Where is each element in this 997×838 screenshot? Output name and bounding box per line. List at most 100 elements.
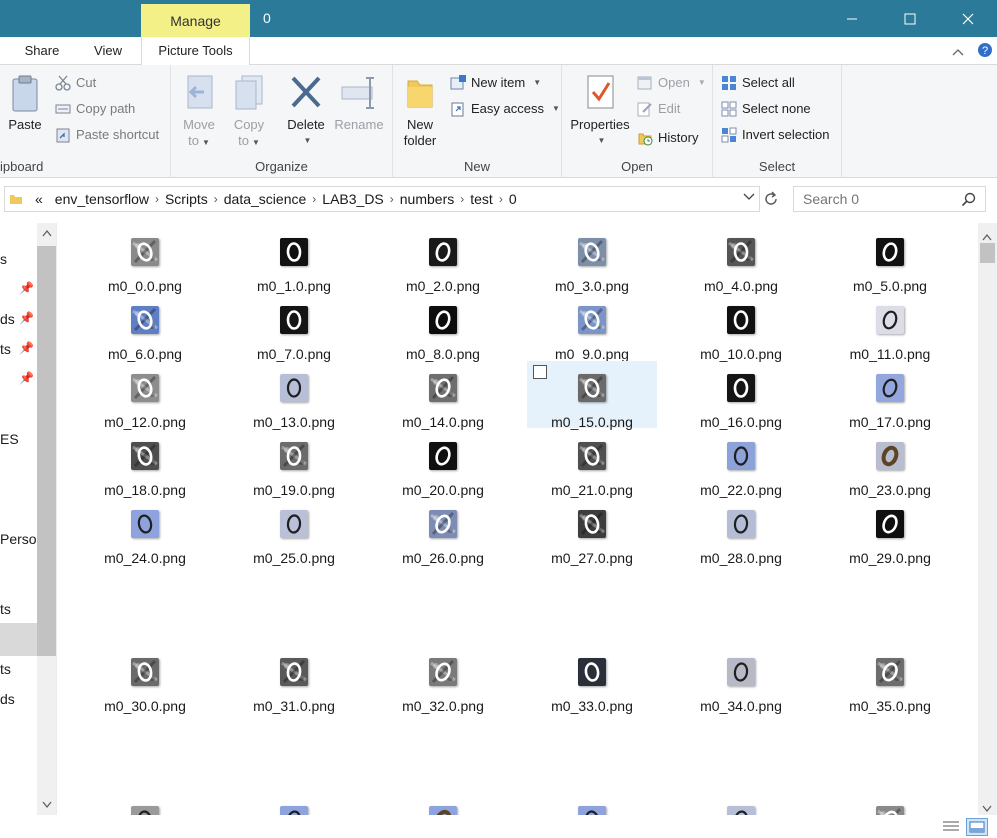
open-button[interactable]: Open ▼ (637, 72, 706, 94)
breadcrumb-separator-icon[interactable]: › (214, 192, 218, 206)
nav-scroll-up-icon[interactable] (42, 229, 52, 239)
help-icon[interactable]: ? (977, 42, 993, 61)
file-item[interactable]: m0_20.0.png (378, 429, 508, 498)
nav-item[interactable]: Perso (0, 531, 37, 547)
file-item[interactable]: m0_29.0.png (825, 497, 955, 566)
file-item[interactable]: m0_12.0.png (80, 361, 210, 430)
file-item[interactable]: m0_7.0.png (229, 293, 359, 362)
file-item[interactable]: m0_10.0.png (676, 293, 806, 362)
file-item[interactable]: m0_19.0.png (229, 429, 359, 498)
file-item[interactable]: m0_18.0.png (80, 429, 210, 498)
nav-scrollbar-thumb[interactable] (37, 246, 56, 656)
new-folder-button[interactable]: New folder (399, 73, 441, 149)
content-scrollbar-thumb[interactable] (980, 243, 995, 263)
history-button[interactable]: History (637, 127, 698, 149)
file-item[interactable]: m0_8.0.png (378, 293, 508, 362)
new-item-button[interactable]: New item ▼ (450, 72, 541, 94)
pin-icon[interactable]: 📌 (19, 341, 34, 355)
breadcrumb-item[interactable]: LAB3_DS (322, 191, 383, 207)
file-item[interactable] (676, 793, 806, 815)
breadcrumb-item[interactable]: test (470, 191, 493, 207)
breadcrumb-separator-icon[interactable]: › (499, 192, 503, 206)
details-view-button[interactable] (941, 818, 963, 836)
nav-item[interactable]: ds (0, 311, 15, 327)
delete-button[interactable]: Delete ▼ (283, 73, 329, 149)
file-item[interactable]: m0_31.0.png (229, 645, 359, 714)
nav-scroll-down-icon[interactable] (42, 801, 52, 811)
address-history-dropdown-icon[interactable] (743, 193, 755, 204)
easy-access-button[interactable]: Easy access ▼ (450, 98, 560, 120)
file-item[interactable] (229, 793, 359, 815)
file-item[interactable]: m0_35.0.png (825, 645, 955, 714)
file-item[interactable]: m0_28.0.png (676, 497, 806, 566)
file-item[interactable]: m0_11.0.png (825, 293, 955, 362)
address-bar[interactable]: « env_tensorflow › Scripts › data_scienc… (4, 186, 760, 212)
file-item[interactable]: m0_22.0.png (676, 429, 806, 498)
breadcrumb-item[interactable]: Scripts (165, 191, 208, 207)
cut-button[interactable]: Cut (55, 72, 96, 94)
search-box[interactable] (793, 186, 986, 212)
breadcrumb-separator-icon[interactable]: › (460, 192, 464, 206)
nav-item[interactable]: ds (0, 691, 15, 707)
breadcrumb-item[interactable]: numbers (400, 191, 454, 207)
breadcrumb-item[interactable]: 0 (509, 191, 517, 207)
content-scrollbar[interactable] (978, 223, 997, 815)
file-item[interactable]: m0_34.0.png (676, 645, 806, 714)
copy-to-button[interactable]: Copy to ▼ (227, 73, 271, 151)
nav-item[interactable]: ES (0, 431, 19, 447)
nav-item[interactable]: s (0, 251, 7, 267)
tab-picture-tools[interactable]: Picture Tools (141, 37, 250, 65)
close-button[interactable] (939, 0, 997, 37)
delete-dropdown-icon[interactable]: ▼ (286, 133, 329, 149)
scroll-down-icon[interactable] (982, 801, 992, 816)
pin-icon[interactable]: 📌 (19, 281, 34, 295)
breadcrumb-separator-icon[interactable]: › (312, 192, 316, 206)
file-item[interactable]: m0_30.0.png (80, 645, 210, 714)
file-item[interactable]: m0_5.0.png (825, 225, 955, 294)
select-none-button[interactable]: Select none (721, 98, 811, 120)
file-item[interactable]: m0_1.0.png (229, 225, 359, 294)
file-item[interactable]: m0_13.0.png (229, 361, 359, 430)
file-item[interactable]: m0_2.0.png (378, 225, 508, 294)
paste-button[interactable]: Paste (4, 75, 46, 133)
breadcrumb-item[interactable]: env_tensorflow (55, 191, 149, 207)
file-item[interactable]: m0_27.0.png (527, 497, 657, 566)
large-icons-view-button[interactable] (966, 818, 988, 836)
file-item[interactable]: m0_23.0.png (825, 429, 955, 498)
file-item[interactable]: m0_0.0.png (80, 225, 210, 294)
file-item[interactable] (80, 793, 210, 815)
file-item[interactable]: m0_3.0.png (527, 225, 657, 294)
file-item[interactable]: m0_4.0.png (676, 225, 806, 294)
paste-shortcut-button[interactable]: Paste shortcut (55, 124, 159, 146)
nav-item[interactable]: ts (0, 601, 11, 617)
nav-item[interactable]: ts (0, 341, 11, 357)
file-item[interactable]: m0_14.0.png (378, 361, 508, 430)
minimize-button[interactable] (823, 0, 881, 37)
file-item[interactable]: m0_24.0.png (80, 497, 210, 566)
pin-icon[interactable]: 📌 (19, 311, 34, 325)
breadcrumb-separator-icon[interactable]: › (155, 192, 159, 206)
move-to-button[interactable]: Move to ▼ (177, 73, 221, 151)
copy-path-button[interactable]: Copy path (55, 98, 135, 120)
file-item[interactable]: m0_32.0.png (378, 645, 508, 714)
file-item[interactable]: m0_15.0.png (527, 361, 657, 430)
selection-checkbox[interactable] (533, 365, 547, 379)
tab-view[interactable]: View (84, 37, 132, 65)
search-icon[interactable] (961, 192, 977, 211)
pin-icon[interactable]: 📌 (19, 371, 34, 385)
tab-share[interactable]: Share (17, 37, 67, 65)
search-input[interactable] (794, 187, 954, 211)
file-item[interactable]: m0_16.0.png (676, 361, 806, 430)
properties-dropdown-icon[interactable]: ▼ (569, 133, 634, 149)
breadcrumb-overflow[interactable]: « (35, 191, 43, 207)
file-item[interactable]: m0_25.0.png (229, 497, 359, 566)
file-item[interactable]: m0_17.0.png (825, 361, 955, 430)
file-item[interactable]: m0_9.0.png (527, 293, 657, 362)
refresh-button[interactable] (762, 190, 782, 210)
manage-tab[interactable]: Manage (141, 4, 250, 37)
nav-item[interactable]: ts (0, 661, 11, 677)
collapse-ribbon-icon[interactable] (951, 45, 965, 60)
maximize-button[interactable] (881, 0, 939, 37)
breadcrumb-separator-icon[interactable]: › (390, 192, 394, 206)
file-item[interactable] (378, 793, 508, 815)
